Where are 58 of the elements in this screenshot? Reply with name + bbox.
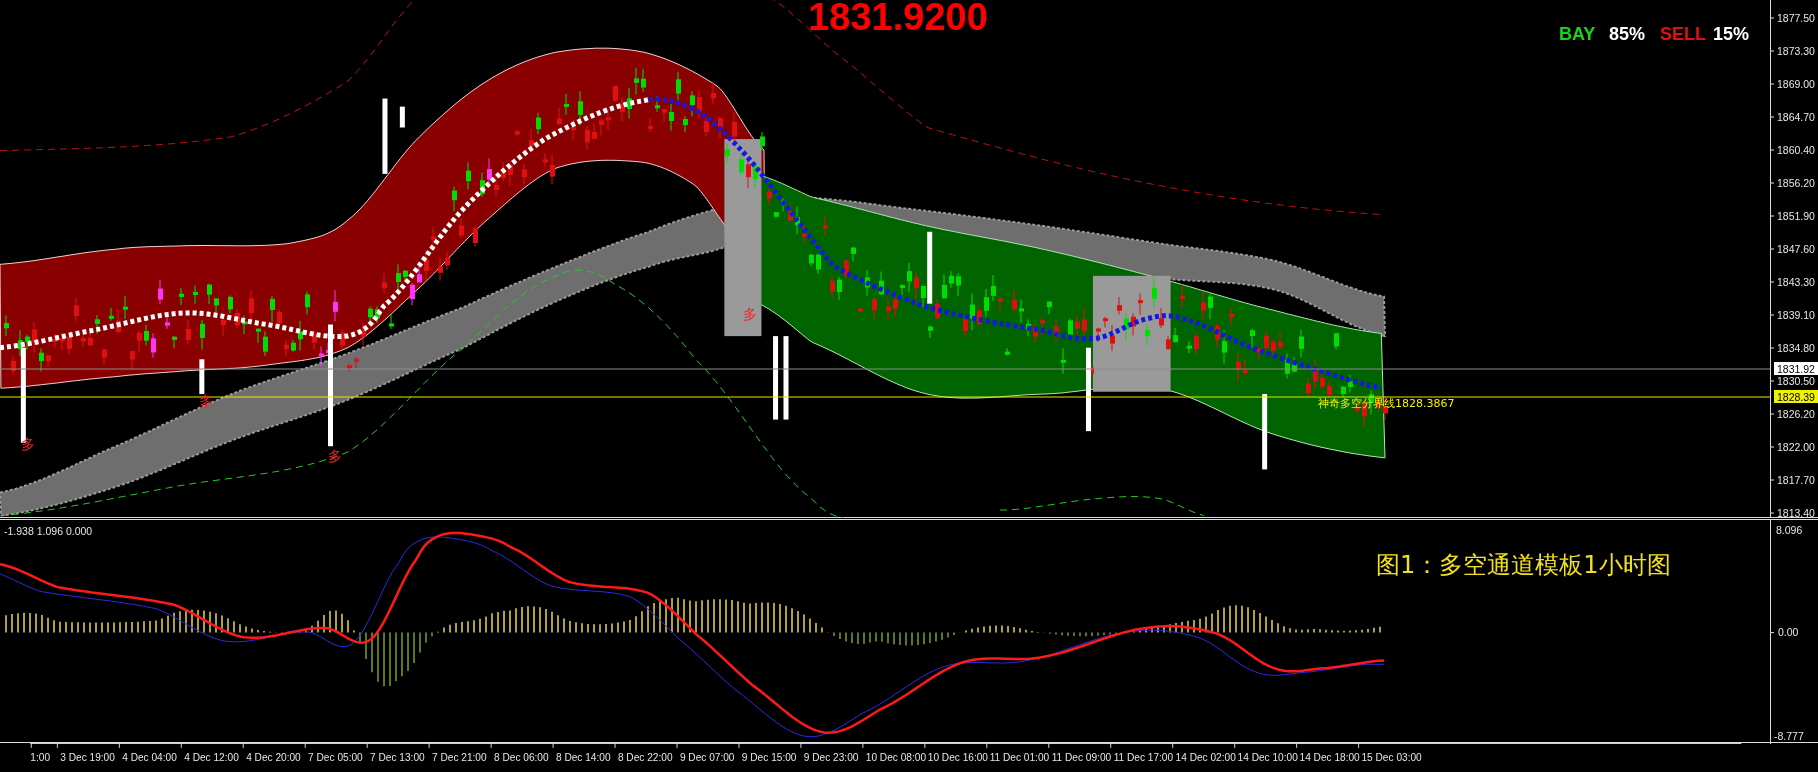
- time-tick: 8 Dec 22:00: [617, 752, 673, 764]
- signal-label: BAY: [1559, 24, 1596, 44]
- spike-bar: [199, 359, 205, 395]
- price-heading: 1831.9200: [808, 0, 988, 38]
- time-tick: 4 Dec 20:00: [246, 752, 301, 764]
- time-tick: 10 Dec 08:00: [865, 752, 926, 764]
- time-tick: 11 Dec 01:00: [989, 752, 1050, 764]
- signal-marker: 多: [199, 392, 214, 409]
- indicator-min: -8.777: [1774, 730, 1804, 742]
- indicator-max: 8.096: [1776, 524, 1803, 536]
- time-tick: 8 Dec 06:00: [494, 752, 549, 764]
- price-tick: 1830.50: [1777, 375, 1815, 387]
- time-tick: 4 Dec 12:00: [184, 752, 239, 764]
- price-tick: 1873.30: [1777, 45, 1815, 57]
- price-tick: 1860.40: [1777, 144, 1815, 156]
- price-tick: 1826.20: [1777, 408, 1815, 420]
- divider-label: 神奇多空分界线1828.3867: [1318, 397, 1455, 410]
- spike-bar: [399, 106, 405, 128]
- price-tick: 1839.10: [1777, 309, 1815, 321]
- time-tick: 7 Dec 21:00: [432, 752, 487, 764]
- time-tick: 11 Dec 17:00: [1113, 752, 1174, 764]
- price-tick: 1856.20: [1777, 177, 1815, 189]
- price-tick: 1864.70: [1777, 111, 1815, 123]
- time-tick: 14 Dec 02:00: [1175, 752, 1236, 764]
- price-tick: 1843.30: [1777, 276, 1815, 288]
- time-tick: 11 Dec 09:00: [1051, 752, 1112, 764]
- signal-marker: 多: [328, 448, 342, 465]
- signal-label: SELL: [1660, 24, 1706, 44]
- time-tick: 15 Dec 03:00: [1361, 752, 1422, 764]
- time-tick: 4 Dec 04:00: [122, 752, 177, 764]
- signal-percent: 15%: [1713, 24, 1750, 44]
- time-tick: 9 Dec 15:00: [741, 752, 797, 764]
- price-tick: 1834.80: [1777, 342, 1815, 354]
- divider-price-tag: 1828.39: [1774, 390, 1818, 403]
- price-tick: 1869.00: [1777, 78, 1815, 90]
- time-tick: 3 Dec 19:00: [60, 752, 115, 764]
- price-tick: 1817.70: [1777, 474, 1815, 486]
- time-tick: 10 Dec 16:00: [927, 752, 988, 764]
- indicator-values: -1.938 1.096 0.000: [4, 525, 93, 537]
- time-tick: 9 Dec 07:00: [679, 752, 735, 764]
- time-tick: 9 Dec 23:00: [803, 752, 859, 764]
- price-tick: 1813.40: [1777, 507, 1815, 518]
- indicator-zero: 0.00: [1778, 626, 1799, 638]
- time-tick: 7 Dec 05:00: [308, 752, 363, 764]
- price-tick: 1851.90: [1777, 210, 1815, 222]
- price-tick: 1822.00: [1777, 441, 1815, 453]
- price-tick: 1877.50: [1777, 12, 1815, 24]
- signal-marker: 多: [742, 305, 757, 322]
- signal-marker: 多: [20, 435, 35, 452]
- time-tick: 14 Dec 10:00: [1237, 752, 1298, 764]
- time-tick: 8 Dec 14:00: [555, 752, 611, 764]
- time-tick: 7 Dec 13:00: [370, 752, 425, 764]
- current-price-tag: 1831.92: [1774, 362, 1818, 375]
- time-tick: 14 Dec 18:00: [1299, 752, 1360, 764]
- signal-percent: 85%: [1609, 24, 1646, 44]
- time-tick: 1:00: [30, 752, 50, 764]
- price-tick: 1847.60: [1777, 243, 1815, 255]
- chart-caption: 图1：多空通道模板1小时图: [1376, 551, 1671, 579]
